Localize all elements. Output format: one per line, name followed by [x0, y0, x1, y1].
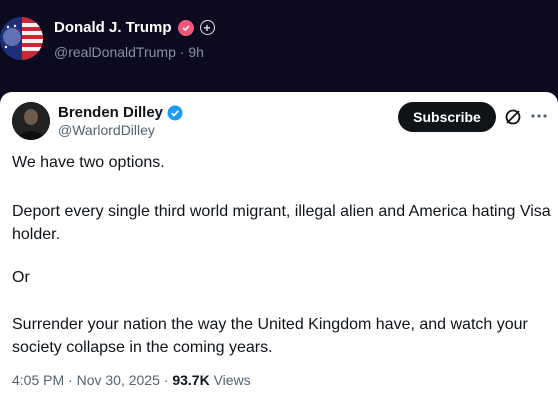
post-paragraph: Deport every single third world migrant,…: [12, 203, 551, 243]
views-count[interactable]: 93.7K: [172, 372, 209, 388]
verified-badge-icon: [177, 19, 194, 36]
verified-check-icon: [167, 105, 183, 120]
grok-icon[interactable]: [503, 107, 523, 127]
quoted-post-card[interactable]: Brenden Dilley @WarlordDilley Subscribe …: [0, 92, 558, 404]
time-ago[interactable]: 9h: [188, 44, 204, 60]
flag-avatar-image: [0, 17, 43, 60]
separator: ·: [163, 372, 169, 388]
display-name[interactable]: Donald J. Trump: [54, 19, 172, 36]
avatar[interactable]: [0, 17, 43, 60]
handle-row: @realDonaldTrump · 9h: [54, 44, 204, 60]
author-name-row[interactable]: Brenden Dilley: [58, 104, 183, 121]
post-paragraph: Surrender your nation the way the United…: [12, 316, 528, 356]
views-label: Views: [213, 372, 251, 388]
more-options-icon[interactable]: [529, 106, 549, 126]
plus-badge-icon: +: [199, 20, 215, 35]
subscribe-button[interactable]: Subscribe: [398, 102, 496, 132]
outer-post-header: Donald J. Trump + @realDonaldTrump · 9h: [0, 0, 558, 92]
post-paragraph: We have two options.: [12, 154, 165, 171]
author-handle[interactable]: @WarlordDilley: [58, 122, 155, 138]
separator: ·: [179, 44, 185, 60]
author-avatar[interactable]: [12, 102, 50, 140]
author-photo: [12, 102, 50, 140]
display-name-row[interactable]: Donald J. Trump +: [54, 19, 215, 36]
author-name[interactable]: Brenden Dilley: [58, 104, 163, 121]
post-paragraph: Or: [12, 269, 30, 286]
separator: ·: [68, 372, 73, 388]
post-time[interactable]: 4:05 PM: [12, 372, 64, 388]
handle[interactable]: @realDonaldTrump: [54, 44, 176, 60]
post-date[interactable]: Nov 30, 2025: [77, 372, 160, 388]
post-metadata: 4:05 PM · Nov 30, 2025 · 93.7K Views: [12, 372, 251, 388]
